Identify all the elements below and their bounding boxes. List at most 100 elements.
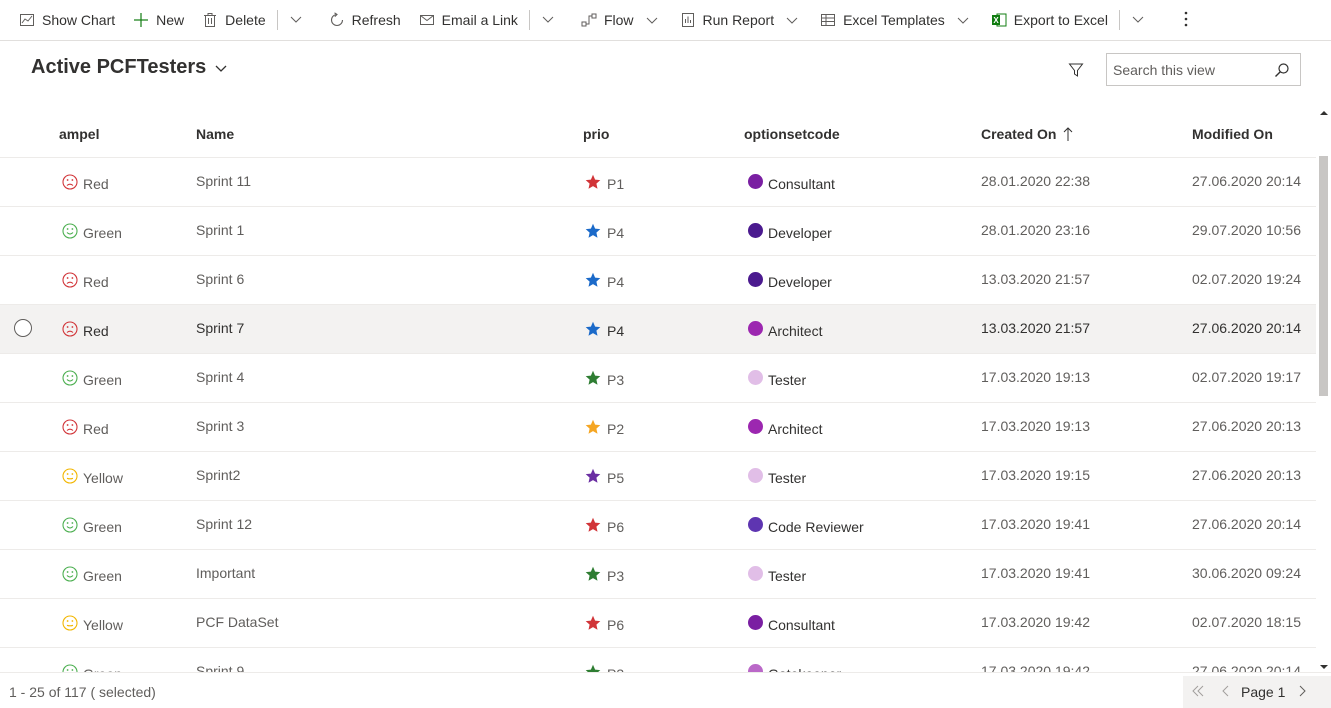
search-icon[interactable] [1274,62,1290,78]
ampel-value: Red [83,176,109,192]
color-dot-icon [748,222,763,238]
optionset-value: Tester [768,568,807,584]
table-row[interactable]: Red Sprint 6 P4 Developer 13.03.2020 21:57 02… [0,256,1316,305]
color-dot-icon [748,418,763,434]
cell-ampel: Red [62,320,109,339]
show-chart-button[interactable]: Show Chart [10,0,124,41]
table-row[interactable]: Green Important P3 Tester 17.03.2020 19:41 30… [0,550,1316,599]
ampel-value: Yellow [83,470,123,486]
table-row[interactable]: Yellow Sprint2 P5 Tester 17.03.2020 19:15 27.… [0,452,1316,501]
cell-modified-on: 02.07.2020 19:17 [1192,369,1301,385]
refresh-button[interactable]: Refresh [320,0,410,41]
cell-created-on: 17.03.2020 19:13 [981,418,1090,434]
table-row[interactable]: Red Sprint 11 P1 Consultant 28.01.2020 22:38… [0,158,1316,207]
column-header-optionsetcode[interactable]: optionsetcode [744,126,840,142]
filter-button[interactable] [1067,61,1085,79]
cell-ampel: Red [62,271,109,290]
cell-name[interactable]: Sprint 1 [196,222,244,238]
table-row[interactable]: Red Sprint 3 P2 Architect 17.03.2020 19:13 27… [0,403,1316,452]
cell-name[interactable]: Sprint 12 [196,516,252,532]
color-dot-icon [748,565,763,581]
star-icon [585,370,601,386]
run-report-button[interactable]: Run Report [671,0,808,41]
cell-ampel: Green [62,369,122,388]
cell-name[interactable]: Important [196,565,255,581]
cell-name[interactable]: Sprint2 [196,467,240,483]
optionset-value: Gatekeeper [768,663,841,672]
new-button[interactable]: New [124,0,193,41]
column-header-label: Modified On [1192,126,1273,142]
page-indicator: Page 1 [1241,684,1286,700]
view-title: Active PCFTesters [31,56,207,78]
export-more-dropdown[interactable] [1122,0,1154,41]
excel-templates-button[interactable]: Excel Templates [811,0,978,41]
scroll-up-icon[interactable] [1320,104,1328,115]
table-row[interactable]: Green Sprint 4 P3 Tester 17.03.2020 19:13 02.… [0,354,1316,403]
star-icon [585,223,601,239]
cell-modified-on: 02.07.2020 19:24 [1192,271,1301,287]
column-header-created-on[interactable]: Created On [981,126,1074,142]
email-more-dropdown[interactable] [532,0,564,41]
first-page-button[interactable] [1187,677,1209,707]
more-commands-button[interactable] [1174,0,1198,41]
next-page-button[interactable] [1291,677,1313,707]
scrollbar-thumb[interactable] [1319,156,1328,396]
cell-prio: P6 [585,614,624,633]
cell-name[interactable]: Sprint 6 [196,271,244,287]
cell-name[interactable]: Sprint 4 [196,369,244,385]
excel-template-icon [820,12,836,28]
vertical-scrollbar[interactable] [1316,98,1331,672]
star-icon [585,664,601,672]
cell-ampel: Green [62,222,122,241]
column-header-label: prio [583,126,610,142]
optionset-value: Developer [768,274,832,290]
column-header-label: Name [196,126,235,142]
cell-created-on: 17.03.2020 19:15 [981,467,1090,483]
optionset-value: Developer [768,225,832,241]
chevron-down-icon [646,14,658,26]
search-input[interactable] [1113,61,1273,78]
row-select-radio[interactable] [14,319,32,337]
table-row[interactable]: Green Sprint 1 P4 Developer 28.01.2020 23:16… [0,207,1316,256]
email-link-button[interactable]: Email a Link [410,0,527,41]
export-excel-button[interactable]: X Export to Excel [982,0,1117,41]
cell-name[interactable]: Sprint 3 [196,418,244,434]
table-row[interactable]: Yellow PCF DataSet P6 Consultant 17.03.2020 … [0,599,1316,648]
more-vertical-icon [1184,11,1188,30]
previous-page-button[interactable] [1215,677,1237,707]
chevron-left-icon [1219,684,1233,701]
color-dot-icon [748,173,763,189]
ampel-value: Red [83,274,109,290]
cell-name[interactable]: Sprint 11 [196,173,251,189]
prio-value: P4 [607,323,625,339]
scroll-down-icon[interactable] [1320,658,1328,669]
column-header-prio[interactable]: prio [583,126,609,142]
table-row[interactable]: Red Sprint 7 P4 Architect 13.03.2020 21:57 27… [0,305,1316,354]
prio-value: P4 [607,274,625,290]
delete-button[interactable]: Delete [193,0,274,41]
delete-more-dropdown[interactable] [280,0,312,41]
table-row[interactable]: Green Sprint 9 P3 Gatekeeper 17.03.2020 19:4… [0,648,1316,672]
cell-modified-on: 02.07.2020 18:15 [1192,614,1301,630]
record-count-status: 1 - 25 of 117 ( selected) [9,684,156,700]
flow-button[interactable]: Flow [572,0,667,41]
cell-ampel: Yellow [62,614,123,633]
view-selector[interactable]: Active PCFTesters [31,56,228,79]
cell-created-on: 28.01.2020 22:38 [981,173,1090,189]
column-header-name[interactable]: Name [196,126,234,142]
star-icon [585,174,601,190]
column-header-label: optionsetcode [744,126,840,142]
happy-face-icon [62,222,78,239]
cell-name[interactable]: PCF DataSet [196,614,278,630]
table-row[interactable]: Green Sprint 12 P6 Code Reviewer 17.03.2020 … [0,501,1316,550]
cell-name[interactable]: Sprint 9 [196,663,244,672]
column-header-ampel[interactable]: ampel [59,126,99,142]
cell-prio: P4 [585,271,624,290]
cell-optionsetcode: Architect [748,418,822,437]
cell-modified-on: 27.06.2020 20:14 [1192,516,1301,532]
cell-optionsetcode: Consultant [748,614,835,633]
email-link-label: Email a Link [441,12,518,28]
cell-name[interactable]: Sprint 7 [196,320,244,336]
cell-prio: P3 [585,663,624,672]
column-header-modified-on[interactable]: Modified On [1192,126,1273,142]
